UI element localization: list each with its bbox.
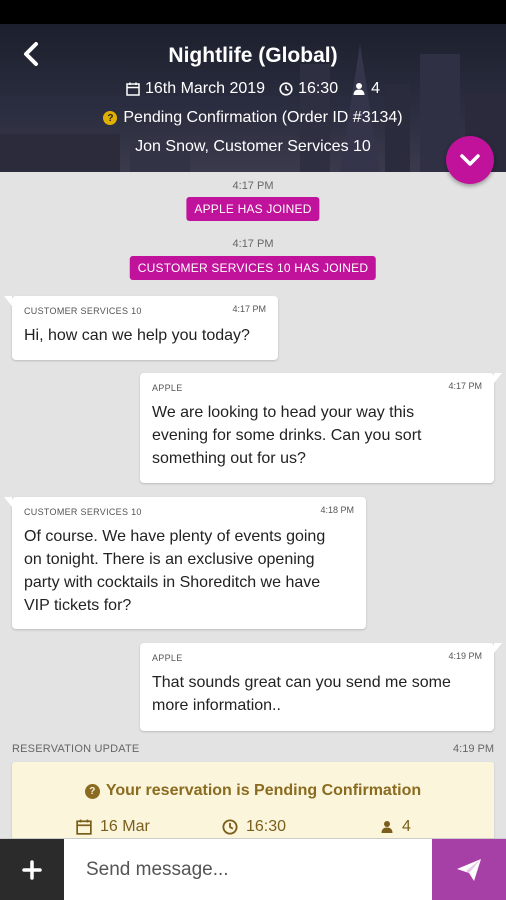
send-icon [457,859,481,881]
clock-icon [222,819,238,835]
booking-guests-text: 4 [371,80,381,97]
booking-date: 16th March 2019 [126,80,265,98]
booking-time: 16:30 [279,80,338,98]
send-button[interactable] [432,839,506,900]
booking-time-text: 16:30 [298,80,339,97]
system-message-time: 4:17 PM [232,180,274,192]
reservation-time-text: 16:30 [246,818,287,835]
message-line: something out for us? [152,450,306,467]
reservation-status-title: ? Your reservation is Pending Confirmati… [12,782,494,800]
message-line: evening for some drinks. Can you sort [152,427,422,444]
booking-status-text: Pending Confirmation (Order ID #3134) [123,109,403,126]
message-text: Of course. We have plenty of events goin… [24,525,354,617]
person-icon [381,821,393,833]
message-bubble-incoming: CUSTOMER SERVICES 10 4:18 PM Of course. … [4,497,366,629]
reservation-date-text: 16 Mar [100,818,150,835]
clock-icon [279,82,293,96]
message-line: on tonight. There is an exclusive openin… [24,551,315,568]
booking-guests: 4 [352,80,380,98]
reservation-date: 16 Mar [76,818,150,836]
message-time: 4:18 PM [320,505,354,515]
reservation-status-text: Your reservation is Pending Confirmation [105,782,422,799]
reservation-guests-text: 4 [402,818,411,835]
reservation-update-label: RESERVATION UPDATE [12,743,140,755]
message-line: Hi, how can we help you today? [24,327,250,344]
message-composer [0,838,506,900]
question-icon: ? [103,111,118,125]
message-text: Hi, how can we help you today? [24,324,266,347]
booking-status: ? Pending Confirmation (Order ID #3134) [0,109,506,127]
message-line: We are looking to head your way this [152,404,415,421]
message-sender: CUSTOMER SERVICES 10 [24,306,142,316]
calendar-icon [126,82,140,96]
status-bar [0,0,506,24]
booking-date-text: 16th March 2019 [144,80,266,97]
message-bubble-outgoing: APPLE 4:19 PM That sounds great can you … [140,643,502,731]
message-bubble-outgoing: APPLE 4:17 PM We are looking to head you… [140,373,502,483]
calendar-icon [76,819,92,835]
message-bubble-incoming: CUSTOMER SERVICES 10 4:17 PM Hi, how can… [4,296,278,360]
message-sender: APPLE [152,653,183,663]
message-line: more information.. [152,697,281,714]
message-sender: APPLE [152,383,183,393]
chevron-down-icon [460,154,480,166]
message-text: That sounds great can you send me some m… [152,671,482,717]
reservation-guests: 4 [380,818,411,836]
message-line: That sounds great can you send me some [152,674,451,691]
message-time: 4:17 PM [448,381,482,391]
message-time: 4:17 PM [232,304,266,314]
message-text: We are looking to head your way this eve… [152,401,482,470]
system-message-join: CUSTOMER SERVICES 10 HAS JOINED [129,256,377,280]
question-icon: ? [84,783,100,799]
expand-details-button[interactable] [446,136,494,184]
message-line: Of course. We have plenty of events goin… [24,528,326,545]
chat-header: Nightlife (Global) 16th March 2019 16:30 [0,24,506,172]
booking-meta: 16th March 2019 16:30 4 [0,80,506,98]
system-message-join: APPLE HAS JOINED [186,197,320,221]
message-input[interactable] [74,849,424,891]
message-sender: CUSTOMER SERVICES 10 [24,507,142,517]
participants: Jon Snow, Customer Services 10 [135,138,371,155]
message-time: 4:19 PM [448,651,482,661]
chat-title: Nightlife (Global) [168,44,338,67]
message-line: party with cocktails in Shoreditch we ha… [24,574,321,591]
plus-icon [22,860,42,880]
add-attachment-button[interactable] [0,839,64,900]
reservation-update-time: 4:19 PM [453,743,494,755]
message-line: VIP tickets for? [24,597,132,614]
reservation-time: 16:30 [222,818,286,836]
person-icon [353,83,365,95]
system-message-time: 4:17 PM [232,238,274,250]
